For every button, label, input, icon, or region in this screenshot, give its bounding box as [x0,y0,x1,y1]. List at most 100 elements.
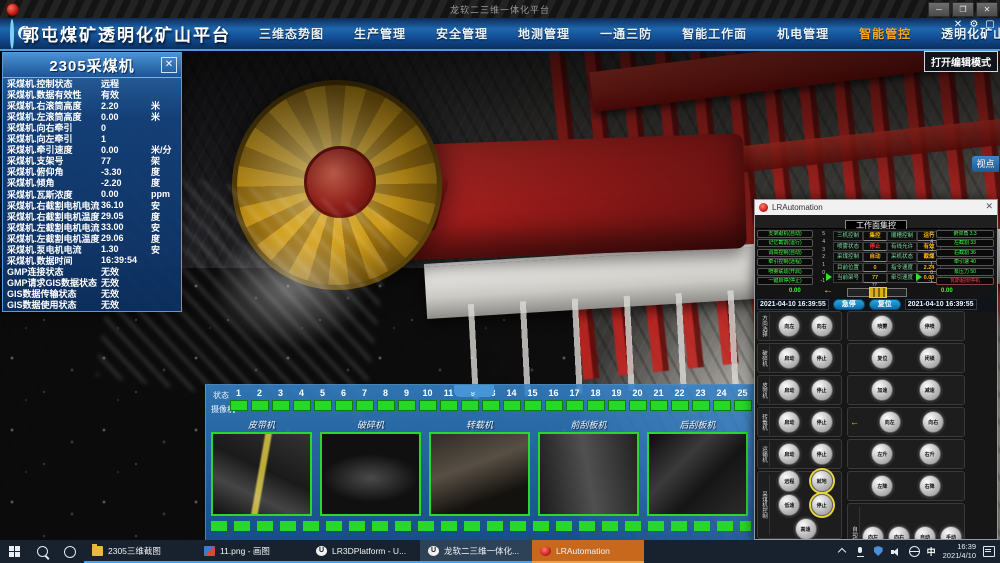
round-control-button[interactable]: 向右 [811,315,833,337]
status-cell[interactable]: 15 [522,388,543,411]
lr-param-button[interactable]: 泵压力 50 [936,268,994,276]
slider-handle[interactable] [869,287,887,298]
round-control-button[interactable]: 停喷 [919,315,941,337]
search-button[interactable] [28,540,56,563]
lr-param-button[interactable]: 左截割 33 [936,239,994,247]
taskbar-clock[interactable]: 16:39 2021/4/10 [943,543,976,560]
round-control-button[interactable]: 减速 [919,379,941,401]
round-control-button[interactable]: 手动 [940,526,962,539]
round-control-button[interactable]: 就地 [811,470,833,492]
round-control-button[interactable]: 向右 [888,526,910,539]
status-cell[interactable]: 24 [711,388,732,411]
status-cell[interactable]: 4 [291,388,312,411]
lr-mode-button[interactable]: 一键启停(停止) [757,277,813,285]
status-cell[interactable]: 9 [396,388,417,411]
status-cell[interactable]: 20 [627,388,648,411]
tray-expand-icon[interactable] [837,546,848,557]
shearer-panel-close-icon[interactable]: ✕ [161,57,177,73]
round-control-button[interactable]: 左升 [871,443,893,465]
status-cell[interactable]: 23 [690,388,711,411]
lr-mode-button[interactable]: 喷雾联动(开启) [757,268,813,276]
status-cell[interactable]: 16 [543,388,564,411]
nav-menu-item[interactable]: 三维态势图 [259,25,324,42]
nav-menu-item[interactable]: 地测管理 [518,25,570,42]
nav-tool-icon[interactable]: ⚙ [968,19,980,30]
minimize-button[interactable]: ─ [928,2,950,17]
lr-mode-button[interactable]: 支架跟机(自动) [757,230,813,238]
taskbar-app-button[interactable]: LRAutomation [532,540,644,563]
taskbar-app-button[interactable]: 11.png - 画图 [196,540,308,563]
round-control-button[interactable]: 高速 [795,518,817,539]
camera-feed[interactable] [211,432,312,516]
network-globe-icon[interactable] [909,546,920,557]
round-control-button[interactable]: 自动 [914,526,936,539]
lr-param-button[interactable]: 俯仰角 3.3 [936,230,994,238]
round-control-button[interactable]: 向左 [879,411,901,433]
security-shield-icon[interactable] [873,546,884,557]
status-cell[interactable]: 2 [249,388,270,411]
status-cell[interactable]: 8 [375,388,396,411]
status-cell[interactable]: 7 [354,388,375,411]
round-control-button[interactable]: 远程 [778,470,800,492]
microphone-icon[interactable] [855,546,866,557]
viewpoint-tab[interactable]: 视点 [972,156,999,172]
open-edit-mode-button[interactable]: 打开编辑模式 [924,51,998,72]
close-button[interactable]: ✕ [976,2,998,17]
status-cell[interactable]: 1 [228,388,249,411]
status-cell[interactable]: 25 [732,388,752,411]
lr-close-icon[interactable]: ✕ [985,201,993,212]
round-control-button[interactable]: 停止 [811,379,833,401]
nav-tool-icon[interactable]: ▢ [984,19,996,30]
round-control-button[interactable]: 停止 [811,494,833,516]
round-control-button[interactable]: 右降 [919,475,941,497]
round-control-button[interactable]: 左降 [871,475,893,497]
nav-menu-item[interactable]: 智能管控 [859,25,911,42]
emergency-stop-button[interactable]: 急停 [833,299,865,310]
lr-param-button[interactable]: 右截割 36 [936,249,994,257]
status-cell[interactable]: 10 [417,388,438,411]
taskbar-app-button[interactable]: LR3DPlatform - U... [308,540,420,563]
taskbar-app-button[interactable]: 龙软二三维一体化... [420,540,532,563]
round-control-button[interactable]: 低速 [778,494,800,516]
round-control-button[interactable]: 停止 [811,411,833,433]
taskbar-app-button[interactable]: 2305三维截图 [84,540,196,563]
round-control-button[interactable]: 复位 [871,347,893,369]
round-control-button[interactable]: 启动 [778,411,800,433]
nav-menu-item[interactable]: 生产管理 [354,25,406,42]
round-control-button[interactable]: 停止 [811,347,833,369]
round-control-button[interactable]: 闭锁 [919,347,941,369]
status-cell[interactable]: 19 [606,388,627,411]
lr-param-button[interactable]: 牵引速 40 [936,258,994,266]
start-button[interactable] [0,540,28,563]
camera-feed[interactable] [538,432,639,516]
status-cell[interactable]: 14 [501,388,522,411]
panel-collapse-button[interactable]: » [454,384,494,397]
round-control-button[interactable]: 停止 [811,443,833,465]
camera-feed[interactable] [320,432,421,516]
maximize-button[interactable]: ❐ [952,2,974,17]
status-cell[interactable]: 18 [585,388,606,411]
status-cell[interactable]: 22 [669,388,690,411]
round-control-button[interactable]: 向左 [778,315,800,337]
camera-feed[interactable] [647,432,748,516]
round-control-button[interactable]: 喷雾 [871,315,893,337]
ime-indicator[interactable]: 中 [927,545,936,558]
status-cell[interactable]: 5 [312,388,333,411]
round-control-button[interactable]: 右升 [919,443,941,465]
nav-menu-item[interactable]: 安全管理 [436,25,488,42]
lr-mode-button[interactable]: 牵引控制(远程) [757,258,813,266]
status-cell[interactable]: 3 [270,388,291,411]
shearer-position-slider[interactable]: 77 [847,288,907,297]
lr-mode-button[interactable]: 调高控制(自动) [757,249,813,257]
nav-menu-item[interactable]: 机电管理 [777,25,829,42]
nav-menu-item[interactable]: 一通三防 [600,25,652,42]
status-cell[interactable]: 21 [648,388,669,411]
speaker-icon[interactable] [891,546,902,557]
round-control-button[interactable]: 启动 [778,347,800,369]
round-control-button[interactable]: 加速 [871,379,893,401]
camera-feed[interactable] [429,432,530,516]
status-cell[interactable]: 17 [564,388,585,411]
lr-param-button[interactable]: 瓦斯超限停机 [936,277,994,285]
cortana-button[interactable] [56,540,84,563]
nav-tool-icon[interactable]: ✕ [952,19,964,30]
